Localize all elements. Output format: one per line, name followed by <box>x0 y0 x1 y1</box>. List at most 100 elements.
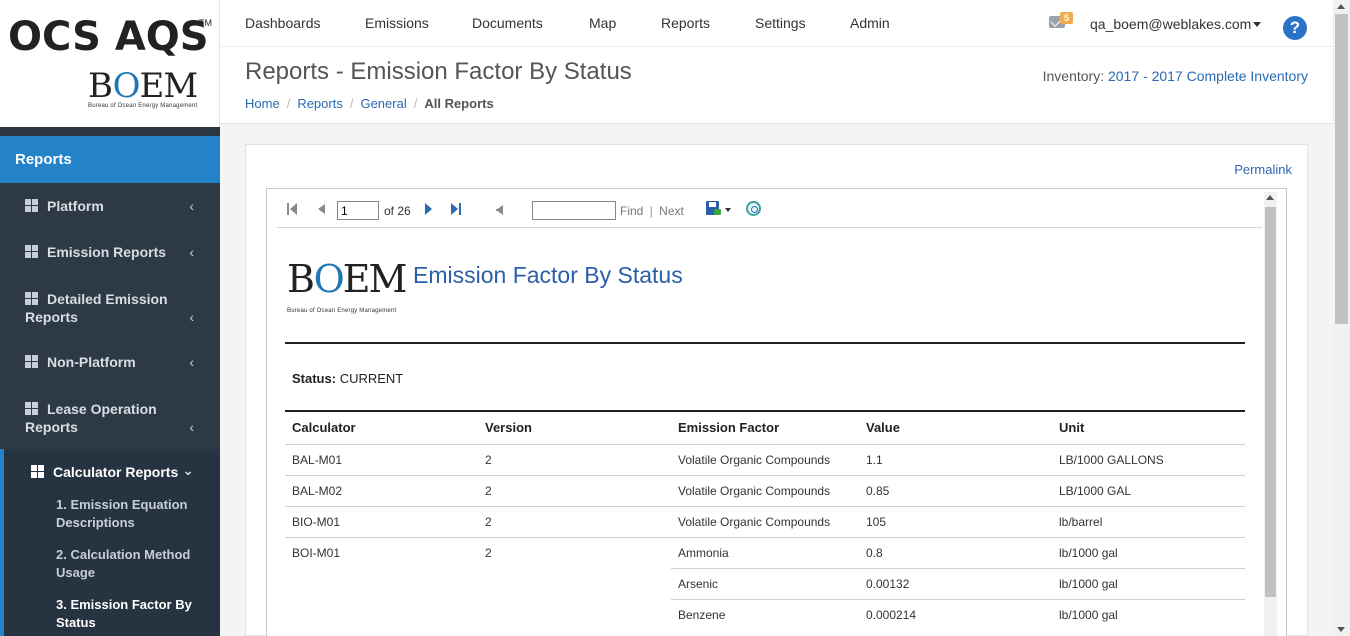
help-icon[interactable]: ? <box>1283 16 1307 40</box>
viewer-scrollbar[interactable] <box>1264 192 1277 636</box>
column-header: Emission Factor <box>671 412 859 445</box>
first-page-icon[interactable] <box>287 203 299 215</box>
nav-reports[interactable]: Reports <box>661 15 710 31</box>
table-row: Arsenic 0.00132 lb/1000 gal <box>285 567 1245 599</box>
previous-page-icon[interactable] <box>318 204 325 214</box>
emission-factor-table: Calculator Version Emission Factor Value… <box>285 412 1245 630</box>
export-caret-icon[interactable] <box>725 208 731 212</box>
find-next-link[interactable]: Next <box>659 204 684 218</box>
sidebar-item-detailed-emission-reports[interactable]: Detailed Emission Reports ‹ <box>0 275 220 339</box>
nav-settings[interactable]: Settings <box>755 15 806 31</box>
top-nav: Dashboards Emissions Documents Map Repor… <box>220 0 1333 47</box>
page-title: Reports - Emission Factor By Status <box>245 58 632 85</box>
chevron-left-icon: ‹ <box>189 244 194 260</box>
table-cell: lb/barrel <box>1052 505 1245 537</box>
viewer-toolbar: of 26 Find | Next <box>277 189 1262 228</box>
table-cell: Volatile Organic Compounds <box>671 474 859 506</box>
last-page-icon[interactable] <box>451 203 463 215</box>
user-menu[interactable]: qa_boem@weblakes.com <box>1090 16 1251 32</box>
table-cell: Volatile Organic Compounds <box>671 505 859 537</box>
column-header: Unit <box>1052 412 1245 445</box>
refresh-icon[interactable] <box>746 201 761 216</box>
permalink-link[interactable]: Permalink <box>1234 162 1292 177</box>
page-number-input[interactable] <box>337 201 379 220</box>
sidebar-header[interactable]: Reports <box>0 136 220 183</box>
report-boem-logo: BOEM <box>287 257 407 301</box>
report-boem-subtitle: Bureau of Ocean Energy Management <box>287 308 397 314</box>
table-cell: 0.85 <box>859 474 1052 506</box>
sidebar-item-emission-reports[interactable]: Emission Reports ‹ <box>0 229 220 275</box>
sidebar-item-label: Non-Platform <box>47 354 136 370</box>
page-header: Reports - Emission Factor By Status Home… <box>220 47 1333 124</box>
report-title: Emission Factor By Status <box>413 262 683 288</box>
sidebar-subitem-calculation-method-usage[interactable]: 2. Calculation Method Usage <box>4 545 220 595</box>
table-cell: Arsenic <box>671 567 859 599</box>
sidebar-item-non-platform[interactable]: Non-Platform ‹ <box>0 339 220 385</box>
export-save-icon[interactable] <box>706 201 721 215</box>
column-header: Calculator <box>285 412 478 445</box>
table-cell: LB/1000 GAL <box>1052 474 1245 506</box>
caret-down-icon[interactable] <box>1253 22 1261 27</box>
table-cell: 2 <box>478 474 671 506</box>
scroll-down-icon[interactable] <box>1337 627 1345 632</box>
find-link[interactable]: Find <box>620 204 643 218</box>
table-row: BAL-M01 2 Volatile Organic Compounds 1.1… <box>285 444 1245 475</box>
table-cell <box>285 568 478 599</box>
nav-admin[interactable]: Admin <box>850 15 890 31</box>
table-cell: BOI-M01 <box>285 536 478 568</box>
chevron-left-icon: ‹ <box>189 419 194 435</box>
inventory-link[interactable]: 2017 - 2017 Complete Inventory <box>1108 68 1308 84</box>
breadcrumb-general[interactable]: General <box>360 96 406 111</box>
trademark: TM <box>199 18 212 28</box>
sidebar-top-strip <box>0 127 220 136</box>
scroll-up-icon[interactable] <box>1266 195 1274 200</box>
sidebar-item-label: Detailed Emission Reports <box>25 291 168 325</box>
table-cell: Ammonia <box>671 536 859 568</box>
breadcrumb-home[interactable]: Home <box>245 96 280 111</box>
find-input[interactable] <box>532 201 616 220</box>
status-line: Status: CURRENT <box>292 371 404 386</box>
table-row: BOI-M01 2 Ammonia 0.8 lb/1000 gal <box>285 536 1245 568</box>
table-cell: BAL-M02 <box>285 474 478 506</box>
sidebar-subitem-emission-equation-descriptions[interactable]: 1. Emission Equation Descriptions <box>4 495 220 545</box>
table-cell: 0.8 <box>859 536 1052 568</box>
chevron-left-icon: ‹ <box>189 198 194 214</box>
sidebar-item-label: Emission Reports <box>47 244 167 260</box>
table-cell: Benzene <box>671 598 859 630</box>
grid-icon <box>25 292 38 305</box>
table-row: Benzene 0.000214 lb/1000 gal <box>285 598 1245 630</box>
table-cell: BAL-M01 <box>292 452 343 467</box>
scroll-thumb[interactable] <box>1335 14 1348 324</box>
chevron-left-icon: ‹ <box>189 354 194 370</box>
nav-dashboards[interactable]: Dashboards <box>245 15 321 31</box>
breadcrumb-reports[interactable]: Reports <box>297 96 343 111</box>
table-cell: 0.000214 <box>859 598 1052 630</box>
sidebar-item-lease-operation-reports[interactable]: Lease Operation Reports ‹ <box>0 385 220 449</box>
brand-logo[interactable]: OCS AQS TM BOEM Bureau of Ocean Energy M… <box>0 0 220 127</box>
table-cell: 2 <box>478 536 671 568</box>
table-cell: BIO-M01 <box>285 505 478 537</box>
sidebar: Reports Platform ‹ Emission Reports ‹ De… <box>0 127 220 636</box>
scroll-up-icon[interactable] <box>1337 4 1345 9</box>
sidebar-subitem-emission-factor-by-status[interactable]: 3. Emission Factor By Status <box>4 595 220 636</box>
scroll-thumb[interactable] <box>1265 207 1276 597</box>
sidebar-sub-list: 1. Emission Equation Descriptions 2. Cal… <box>0 495 220 636</box>
column-header: Value <box>859 412 1052 445</box>
grid-icon <box>25 355 38 368</box>
column-header: Version <box>478 412 671 445</box>
grid-icon <box>25 402 38 415</box>
next-page-icon[interactable] <box>425 203 432 215</box>
table-cell: lb/1000 gal <box>1052 567 1245 599</box>
boem-subtitle: Bureau of Ocean Energy Management <box>88 103 198 109</box>
nav-documents[interactable]: Documents <box>472 15 543 31</box>
table-cell: 2 <box>485 452 492 467</box>
window-scrollbar[interactable] <box>1333 0 1350 636</box>
sidebar-item-calculator-reports[interactable]: Calculator Reports ⌄ <box>0 449 220 495</box>
nav-emissions[interactable]: Emissions <box>365 15 429 31</box>
sidebar-item-platform[interactable]: Platform ‹ <box>0 183 220 229</box>
chevron-down-icon: ⌄ <box>182 462 194 478</box>
table-cell: lb/1000 gal <box>1052 536 1245 568</box>
nav-map[interactable]: Map <box>589 15 616 31</box>
back-to-parent-icon[interactable] <box>496 205 503 215</box>
chevron-left-icon: ‹ <box>189 309 194 325</box>
